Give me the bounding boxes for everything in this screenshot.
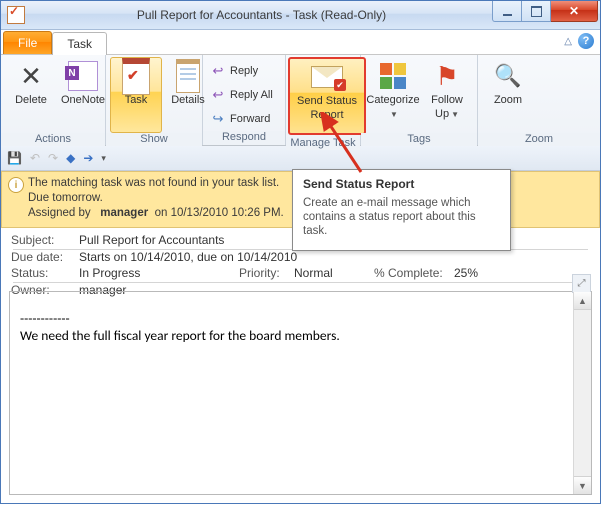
- tooltip-title: Send Status Report: [303, 177, 500, 191]
- group-zoom-label: Zoom: [478, 133, 600, 146]
- info-assigned-user: manager: [100, 207, 148, 219]
- subject-value: Pull Report for Accountants: [79, 233, 224, 247]
- reply-all-label: Reply All: [230, 89, 273, 101]
- task-body-frame: ⤢ ------------ We need the full fiscal y…: [9, 291, 592, 495]
- qat-save-icon[interactable]: 💾: [7, 151, 22, 165]
- reply-all-icon: ↩: [210, 87, 226, 103]
- onenote-label: OneNote: [61, 94, 105, 106]
- delete-button[interactable]: ✕ Delete: [5, 57, 57, 133]
- qat-undo-icon[interactable]: ↶: [30, 151, 40, 165]
- task-view-button[interactable]: Task: [110, 57, 162, 133]
- send-status-report-icon: [311, 61, 343, 93]
- follow-up-caret-icon: ▼: [451, 110, 459, 119]
- onenote-icon: [67, 60, 99, 92]
- follow-up-button[interactable]: ⚑ Follow Up▼: [421, 57, 473, 133]
- tooltip-body: Create an e-mail message which contains …: [303, 196, 500, 238]
- body-options-icon[interactable]: ⤢: [572, 274, 591, 293]
- due-value: Starts on 10/14/2010, due on 10/14/2010: [79, 250, 297, 264]
- ribbon-collapse-icon[interactable]: △: [564, 36, 572, 47]
- minimize-button[interactable]: [492, 1, 522, 22]
- follow-up-label2: Up: [435, 108, 449, 120]
- complete-label: % Complete:: [374, 266, 454, 280]
- follow-up-label1: Follow: [431, 94, 463, 106]
- reply-button[interactable]: ↩ Reply: [207, 59, 280, 83]
- send-status-label1: Send Status: [297, 95, 357, 107]
- window-title: Pull Report for Accountants - Task (Read…: [31, 8, 492, 22]
- reply-label: Reply: [230, 65, 258, 77]
- subject-label: Subject:: [11, 233, 79, 247]
- info-assigned-suffix: on 10/13/2010 10:26 PM.: [155, 207, 284, 219]
- priority-label: Priority:: [239, 266, 294, 280]
- onenote-button[interactable]: OneNote: [57, 57, 109, 133]
- delete-icon: ✕: [15, 60, 47, 92]
- zoom-label: Zoom: [494, 94, 522, 106]
- group-respond-label: Respond: [203, 131, 285, 145]
- qat-customize-icon[interactable]: ▾: [101, 153, 106, 164]
- forward-icon: ↪: [210, 111, 226, 127]
- scroll-down-icon[interactable]: ▼: [574, 476, 591, 494]
- ribbon: ✕ Delete OneNote Actions Task Details: [1, 54, 600, 146]
- delete-label: Delete: [15, 94, 47, 106]
- priority-value: Normal: [294, 266, 354, 280]
- close-button[interactable]: ✕: [551, 1, 598, 22]
- group-tags-label: Tags: [361, 133, 477, 146]
- categorize-icon: [377, 60, 409, 92]
- due-label: Due date:: [11, 250, 79, 264]
- maximize-button[interactable]: [522, 1, 551, 22]
- titlebar: Pull Report for Accountants - Task (Read…: [1, 1, 600, 30]
- details-label: Details: [171, 94, 205, 106]
- tab-file-label: File: [18, 36, 37, 50]
- task-icon: [120, 60, 152, 92]
- ribbon-tabs: File Task △ ?: [1, 30, 600, 54]
- categorize-caret-icon: ▼: [390, 110, 398, 119]
- qat-redo-icon[interactable]: ↷: [48, 151, 58, 165]
- status-label: Status:: [11, 266, 79, 280]
- send-status-report-tooltip: Send Status Report Create an e-mail mess…: [292, 169, 511, 251]
- qat-next-icon[interactable]: ➔: [83, 151, 93, 165]
- group-show: Task Details Show: [106, 55, 203, 145]
- zoom-icon: 🔍: [492, 60, 524, 92]
- group-tags: Categorize ▼ ⚑ Follow Up▼ Tags: [361, 55, 478, 145]
- categorize-button[interactable]: Categorize ▼: [365, 57, 421, 133]
- task-app-icon: [7, 6, 25, 24]
- task-view-label: Task: [125, 94, 148, 106]
- categorize-label: Categorize: [366, 94, 419, 106]
- task-window: Pull Report for Accountants - Task (Read…: [0, 0, 601, 504]
- details-icon: [172, 60, 204, 92]
- zoom-button[interactable]: 🔍 Zoom: [482, 57, 534, 133]
- forward-label: Forward: [230, 113, 270, 125]
- help-icon[interactable]: ?: [578, 33, 594, 49]
- tab-task-label: Task: [67, 37, 92, 51]
- scrollbar[interactable]: ▲ ▼: [573, 292, 591, 494]
- body-text: We need the full fiscal year report for …: [20, 327, 581, 344]
- send-status-report-button[interactable]: Send Status Report: [288, 57, 366, 135]
- group-show-label: Show: [106, 133, 202, 146]
- group-manage-label: Manage Task: [286, 137, 360, 150]
- forward-button[interactable]: ↪ Forward: [207, 107, 280, 131]
- tab-task[interactable]: Task: [52, 32, 107, 55]
- info-assigned-prefix: Assigned by: [28, 207, 91, 219]
- status-value: In Progress: [79, 266, 199, 280]
- group-respond: ↩ Reply ↩ Reply All ↪ Forward Respond: [203, 55, 286, 145]
- reply-all-button[interactable]: ↩ Reply All: [207, 83, 280, 107]
- body-divider: ------------: [20, 310, 581, 327]
- group-actions: ✕ Delete OneNote Actions: [1, 55, 106, 145]
- group-manage-task: Send Status Report Manage Task: [286, 55, 361, 145]
- info-icon: i: [8, 177, 24, 193]
- group-zoom: 🔍 Zoom Zoom: [478, 55, 600, 145]
- window-controls: ✕: [492, 1, 598, 21]
- task-body[interactable]: ------------ We need the full fiscal yea…: [10, 292, 591, 362]
- complete-value: 25%: [454, 266, 478, 280]
- tab-file[interactable]: File: [3, 31, 52, 54]
- group-actions-label: Actions: [1, 133, 105, 146]
- flag-icon: ⚑: [431, 60, 463, 92]
- scroll-up-icon[interactable]: ▲: [574, 292, 591, 310]
- qat-prev-icon[interactable]: ◆: [66, 151, 75, 165]
- send-status-label2: Report: [310, 109, 343, 121]
- reply-icon: ↩: [210, 63, 226, 79]
